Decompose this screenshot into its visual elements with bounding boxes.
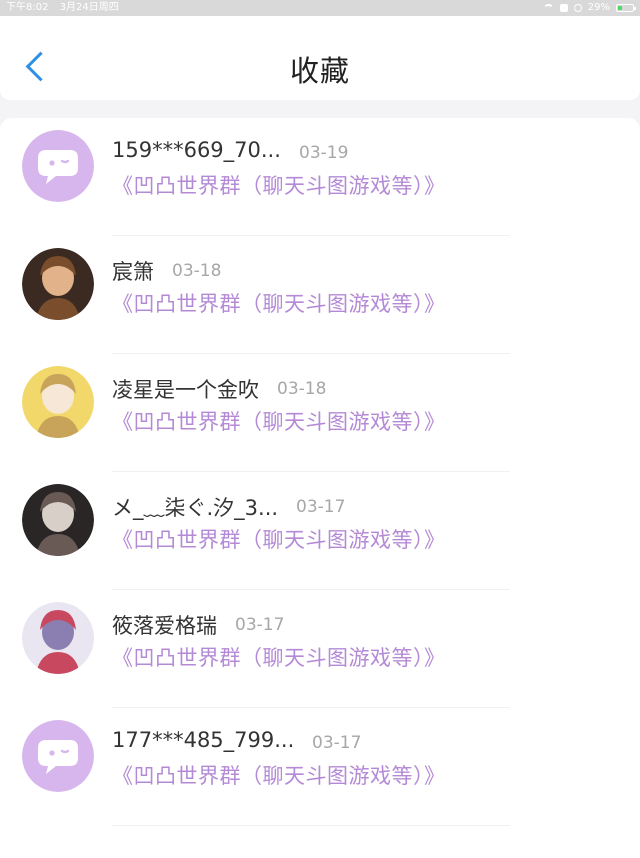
avatar[interactable] <box>22 602 94 674</box>
message-date: 03-19 <box>299 143 349 163</box>
group-name[interactable]: 《凹凸世界群（聊天斗图游戏等）》 <box>112 288 446 318</box>
wifi-icon <box>542 4 554 12</box>
status-bar: 下午8:02 3月24日周四 29% <box>0 0 640 16</box>
list-item[interactable]: 筱落爱格瑞 03-17 《凹凸世界群（聊天斗图游戏等）》 <box>0 590 640 708</box>
battery-icon <box>616 4 636 12</box>
group-name[interactable]: 《凹凸世界群（聊天斗图游戏等）》 <box>112 760 446 790</box>
list-item[interactable]: 宸箫 03-18 《凹凸世界群（聊天斗图游戏等）》 <box>0 236 640 354</box>
sender-name: 177***485_799... <box>112 728 295 752</box>
avatar[interactable] <box>22 366 94 438</box>
chat-bubble-avatar[interactable] <box>22 130 94 202</box>
status-right: 29% <box>542 0 636 16</box>
page-title: 收藏 <box>289 54 350 88</box>
lock-icon <box>559 4 568 12</box>
alarm-icon <box>573 4 582 12</box>
divider <box>112 825 510 826</box>
status-time: 下午8:02 <box>6 2 49 13</box>
group-name[interactable]: 《凹凸世界群（聊天斗图游戏等）》 <box>112 170 446 200</box>
status-left: 下午8:02 3月24日周四 <box>6 0 127 16</box>
avatar[interactable] <box>22 484 94 556</box>
list-item[interactable]: メ_﹏柒ぐ.汐_3... 03-17 《凹凸世界群（聊天斗图游戏等）》 <box>0 472 640 590</box>
message-date: 03-18 <box>172 261 222 281</box>
message-date: 03-17 <box>296 497 346 517</box>
sender-name: 宸箫 <box>112 260 154 284</box>
list-item[interactable]: 159***669_70... 03-19 《凹凸世界群（聊天斗图游戏等）》 <box>0 118 640 236</box>
header: 收藏 <box>0 16 640 100</box>
message-date: 03-17 <box>235 615 285 635</box>
favorites-list[interactable]: 159***669_70... 03-19 《凹凸世界群（聊天斗图游戏等）》 宸箫 03… <box>0 118 640 858</box>
list-item[interactable]: 177***485_799... 03-17 《凹凸世界群（聊天斗图游戏等）》 <box>0 708 640 826</box>
status-date: 3月24日周四 <box>59 2 119 13</box>
battery-level <box>618 6 622 10</box>
battery-percent: 29% <box>587 2 610 13</box>
sender-name: 筱落爱格瑞 <box>112 614 217 638</box>
avatar[interactable] <box>22 248 94 320</box>
sender-name: 凌星是一个金吹 <box>112 378 259 402</box>
message-date: 03-18 <box>277 379 327 399</box>
list-item[interactable]: 凌星是一个金吹 03-18 《凹凸世界群（聊天斗图游戏等）》 <box>0 354 640 472</box>
message-date: 03-17 <box>312 733 362 753</box>
group-name[interactable]: 《凹凸世界群（聊天斗图游戏等）》 <box>112 642 446 672</box>
chat-bubble-avatar[interactable] <box>22 720 94 792</box>
sender-name: 159***669_70... <box>112 138 281 162</box>
group-name[interactable]: 《凹凸世界群（聊天斗图游戏等）》 <box>112 406 446 436</box>
group-name[interactable]: 《凹凸世界群（聊天斗图游戏等）》 <box>112 524 446 554</box>
sender-name: メ_﹏柒ぐ.汐_3... <box>112 496 279 520</box>
